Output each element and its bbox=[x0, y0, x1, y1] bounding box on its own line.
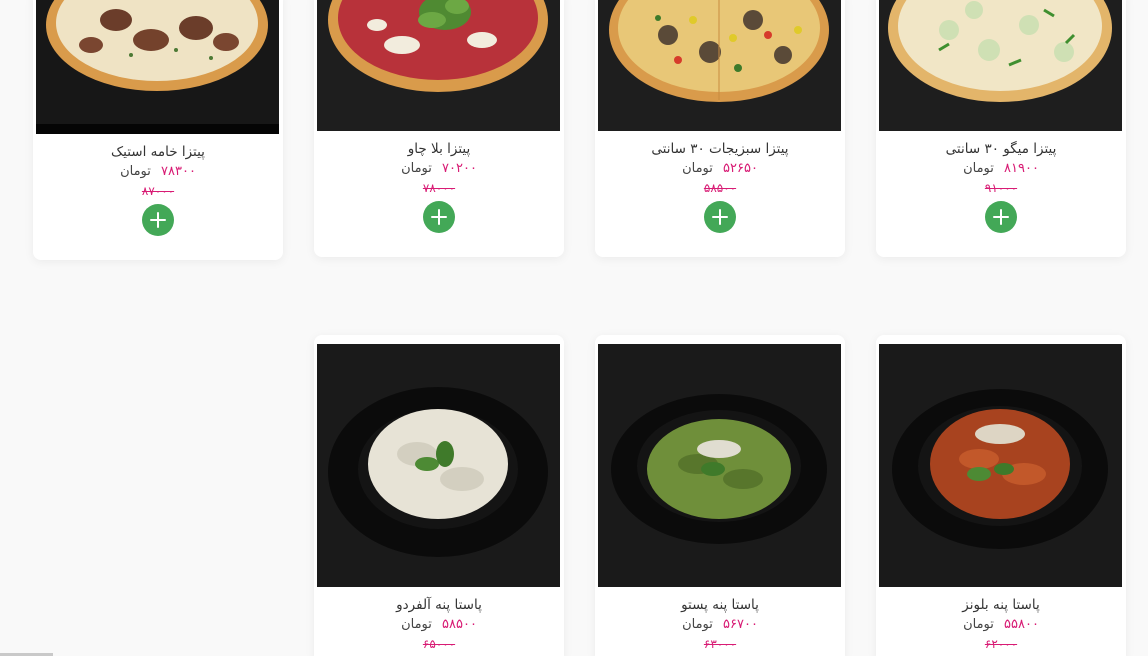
currency-label: تومان bbox=[401, 161, 432, 176]
currency-label: تومان bbox=[401, 617, 432, 632]
product-name[interactable]: پیتزا سبزیجات ۳۰ سانتی bbox=[595, 140, 845, 158]
currency-label: تومان bbox=[682, 161, 713, 176]
product-old-price: ۵۸۵۰۰ bbox=[703, 181, 737, 195]
bella-ciao-pizza-photo[interactable] bbox=[317, 0, 560, 131]
product-price: ۵۲۶۵۰ bbox=[723, 161, 758, 176]
product-name[interactable]: پیتزا خامه استیک bbox=[33, 143, 283, 161]
add-to-cart-button[interactable] bbox=[985, 201, 1017, 233]
vegetable-pizza-photo[interactable] bbox=[598, 0, 841, 131]
currency-label: تومان bbox=[120, 164, 151, 179]
product-name[interactable]: پیتزا میگو ۳۰ سانتی bbox=[876, 140, 1126, 158]
product-old-price: ۷۸۰۰۰ bbox=[422, 181, 456, 195]
product-card-shrimp-pizza[interactable]: پیتزا میگو ۳۰ سانتی ۸۱۹۰۰ تومان ۹۱۰۰۰ bbox=[876, 0, 1126, 257]
product-name[interactable]: پیتزا بلا چاو bbox=[314, 140, 564, 158]
currency-label: تومان bbox=[963, 161, 994, 176]
product-price: ۵۵۸۰۰ bbox=[1004, 617, 1039, 632]
product-grid: پیتزا خامه استیک ۷۸۳۰۰ تومان ۸۷۰۰۰ پیتزا… bbox=[0, 0, 1148, 656]
penne-pesto-photo[interactable] bbox=[598, 344, 841, 587]
product-card-bella-ciao-pizza[interactable]: پیتزا بلا چاو ۷۰۲۰۰ تومان ۷۸۰۰۰ bbox=[314, 0, 564, 257]
product-card-penne-bolognese[interactable]: پاستا پنه بلونز ۵۵۸۰۰ تومان ۶۲۰۰۰ bbox=[876, 335, 1126, 656]
penne-alfredo-photo[interactable] bbox=[317, 344, 560, 587]
add-to-cart-button[interactable] bbox=[142, 204, 174, 236]
product-card-vegetable-pizza[interactable]: پیتزا سبزیجات ۳۰ سانتی ۵۲۶۵۰ تومان ۵۸۵۰۰ bbox=[595, 0, 845, 257]
product-old-price: ۸۷۰۰۰ bbox=[141, 184, 175, 198]
product-price: ۷۰۲۰۰ bbox=[442, 161, 477, 176]
product-card-steak-cream-pizza[interactable]: پیتزا خامه استیک ۷۸۳۰۰ تومان ۸۷۰۰۰ bbox=[33, 0, 283, 260]
product-name[interactable]: پاستا پنه آلفردو bbox=[314, 596, 564, 614]
product-old-price: ۹۱۰۰۰ bbox=[984, 181, 1018, 195]
penne-bolognese-photo[interactable] bbox=[879, 344, 1122, 587]
add-to-cart-button[interactable] bbox=[704, 201, 736, 233]
product-price: ۷۸۳۰۰ bbox=[161, 164, 196, 179]
product-name[interactable]: پاستا پنه بلونز bbox=[876, 596, 1126, 614]
product-price: ۵۸۵۰۰ bbox=[442, 617, 477, 632]
steak-cream-pizza-photo[interactable] bbox=[36, 0, 279, 134]
product-old-price: ۶۲۰۰۰ bbox=[984, 637, 1018, 651]
add-to-cart-button[interactable] bbox=[423, 201, 455, 233]
product-name[interactable]: پاستا پنه پستو bbox=[595, 596, 845, 614]
product-price: ۵۶۷۰۰ bbox=[723, 617, 758, 632]
currency-label: تومان bbox=[682, 617, 713, 632]
product-price: ۸۱۹۰۰ bbox=[1004, 161, 1039, 176]
product-card-penne-pesto[interactable]: پاستا پنه پستو ۵۶۷۰۰ تومان ۶۳۰۰۰ bbox=[595, 335, 845, 656]
product-card-penne-alfredo[interactable]: پاستا پنه آلفردو ۵۸۵۰۰ تومان ۶۵۰۰۰ bbox=[314, 335, 564, 656]
shrimp-pizza-photo[interactable] bbox=[879, 0, 1122, 131]
product-old-price: ۶۳۰۰۰ bbox=[703, 637, 737, 651]
currency-label: تومان bbox=[963, 617, 994, 632]
product-old-price: ۶۵۰۰۰ bbox=[422, 637, 456, 651]
